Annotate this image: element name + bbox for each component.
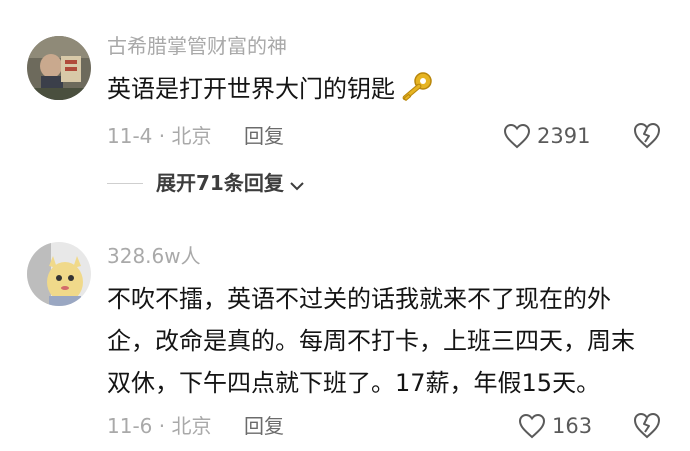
comment-text: 不吹不擂，英语不过关的话我就来不了现在的外企，改命是真的。每周不打卡，上班三四天… [107, 285, 635, 397]
like-button[interactable]: 163 [518, 411, 592, 441]
like-button[interactable]: 2391 [503, 121, 590, 151]
broken-heart-icon [632, 122, 662, 153]
date-location: 11-4 · 北京 [107, 124, 212, 148]
user-avatar[interactable] [27, 36, 91, 100]
reply-button[interactable]: 回复 [244, 411, 284, 441]
key-icon [398, 71, 434, 103]
username[interactable]: 328.6w人 [107, 246, 201, 266]
expand-replies-button[interactable]: 展开71条回复 [107, 168, 305, 198]
heart-icon [503, 123, 531, 149]
divider-line [107, 182, 143, 184]
like-count: 2391 [537, 124, 591, 148]
comment-meta: 11-4 · 北京 回复 2391 [0, 121, 690, 151]
dislike-button[interactable] [632, 121, 662, 151]
expand-replies-label: 展开71条回复 [156, 171, 284, 195]
comment-text-content: 英语是打开世界大门的钥匙 [107, 75, 395, 103]
broken-heart-icon [632, 412, 662, 443]
like-count: 163 [552, 414, 593, 438]
heart-icon [518, 413, 546, 439]
comment-meta: 11-6 · 北京 回复 163 [0, 411, 690, 441]
date-location: 11-6 · 北京 [107, 414, 212, 438]
comment-text: 英语是打开世界大门的钥匙 [107, 68, 667, 110]
dislike-button[interactable] [632, 411, 662, 441]
reply-button[interactable]: 回复 [244, 121, 284, 151]
chevron-down-icon [289, 177, 305, 191]
user-avatar[interactable] [27, 242, 91, 306]
username[interactable]: 古希腊掌管财富的神 [107, 36, 287, 56]
comment-2: 328.6w人 不吹不擂，英语不过关的话我就来不了现在的外企，改命是真的。每周不… [0, 230, 690, 451]
comment-1: 古希腊掌管财富的神 英语是打开世界大门的钥匙 11-4 · 北京 回复 2391 [0, 0, 690, 230]
